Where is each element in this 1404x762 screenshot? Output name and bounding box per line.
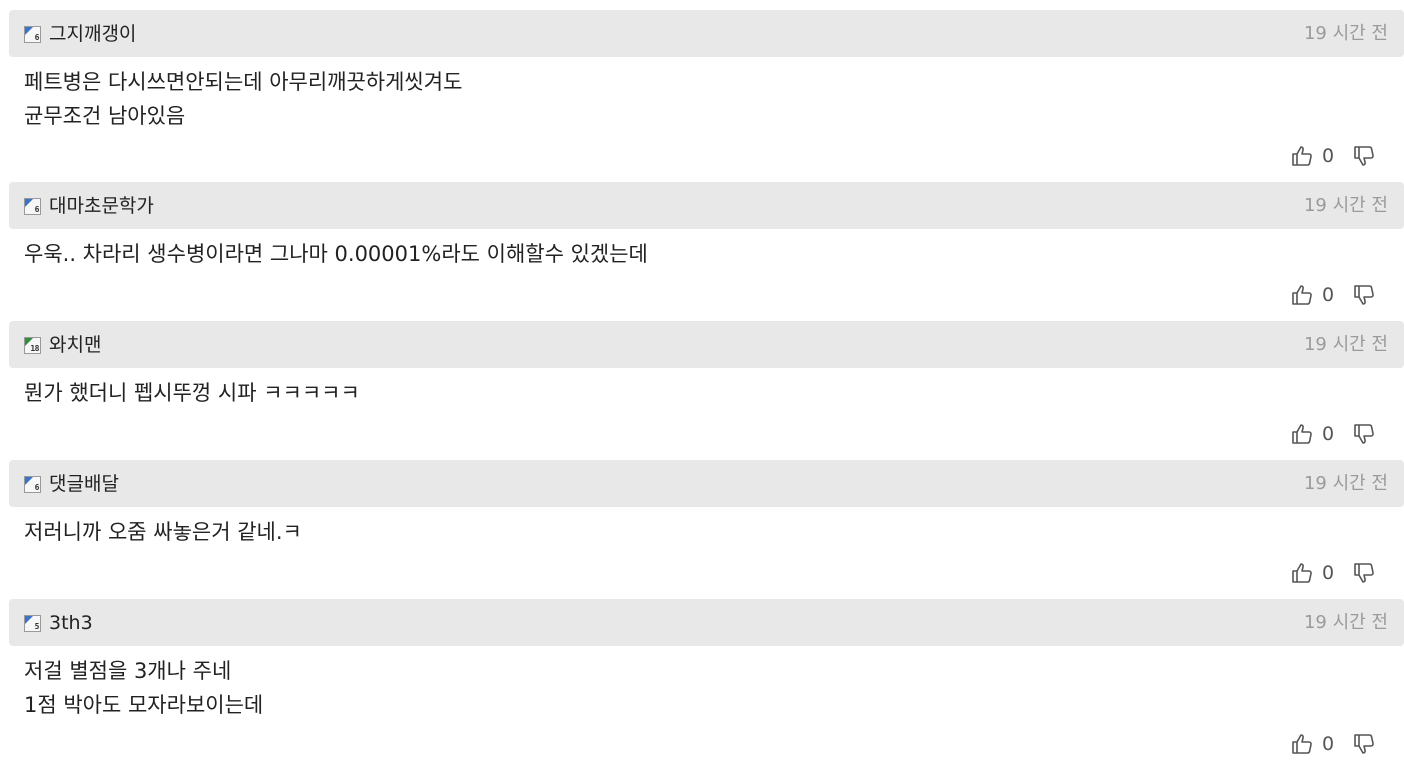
thumbs-up-icon[interactable] [1290,283,1314,307]
comment-timestamp: 19 시간 전 [1303,473,1388,494]
comment-text-line: 저걸 별점을 3개나 주네 [24,659,232,683]
comment-timestamp: 19 시간 전 [1303,334,1388,355]
level-badge-icon: 6 [24,476,41,493]
comment-author[interactable]: 그지깨갱이 [49,22,136,46]
comment-text: 뭔가 했더니 펩시뚜껑 시파 ㅋㅋㅋㅋㅋ [24,376,1324,410]
comment-timestamp: 19 시간 전 [1303,612,1388,633]
comment-author[interactable]: 3th3 [49,611,93,635]
thumbs-up-icon[interactable] [1290,422,1314,446]
like-count: 0 [1322,733,1335,755]
vote-bar: 0 [1290,144,1390,168]
comment-text-line: 페트병은 다시쓰면안되는데 아무리깨끗하게씻겨도 [24,70,463,94]
comment-text: 저러니까 오줌 싸놓은거 같네.ㅋ [24,515,1324,549]
thumbs-up-icon[interactable] [1290,732,1314,756]
comment-timestamp: 19 시간 전 [1303,195,1388,216]
like-count: 0 [1322,423,1335,445]
comment-header: 18 와치맨 19 시간 전 [9,321,1404,368]
comment-item: 6 댓글배달 19 시간 전 저러니까 오줌 싸놓은거 같네.ㅋ 0 [0,460,1404,590]
thumbs-down-icon[interactable] [1352,283,1376,307]
level-badge-icon: 5 [24,615,41,632]
thumbs-down-icon[interactable] [1352,422,1376,446]
level-badge-icon: 6 [24,26,41,43]
vote-bar: 0 [1290,283,1390,307]
comment-item: 18 와치맨 19 시간 전 뭔가 했더니 펩시뚜껑 시파 ㅋㅋㅋㅋㅋ 0 [0,321,1404,451]
comment-header: 6 댓글배달 19 시간 전 [9,460,1404,507]
vote-bar: 0 [1290,422,1390,446]
comment-item: 6 그지깨갱이 19 시간 전 페트병은 다시쓰면안되는데 아무리깨끗하게씻겨도… [0,10,1404,170]
comment-text-line: 저러니까 오줌 싸놓은거 같네.ㅋ [24,520,302,544]
comment-header: 6 그지깨갱이 19 시간 전 [9,10,1404,57]
comment-text: 우욱.. 차라리 생수병이라면 그나마 0.00001%라도 이해할수 있겠는데 [24,237,1324,271]
like-count: 0 [1322,284,1335,306]
vote-bar: 0 [1290,561,1390,585]
comment-text: 저걸 별점을 3개나 주네 1점 박아도 모자라보이는데 [24,654,1324,722]
comment-author[interactable]: 댓글배달 [49,472,119,496]
like-count: 0 [1322,562,1335,584]
thumbs-down-icon[interactable] [1352,732,1376,756]
comment-text-line: 뭔가 했더니 펩시뚜껑 시파 ㅋㅋㅋㅋㅋ [24,381,360,405]
thumbs-down-icon[interactable] [1352,144,1376,168]
comment-author[interactable]: 대마초문학가 [49,194,154,218]
level-badge-icon: 18 [24,337,41,354]
comment-text-line: 균무조건 남아있음 [24,104,186,128]
comment-text: 페트병은 다시쓰면안되는데 아무리깨끗하게씻겨도 균무조건 남아있음 [24,65,1324,133]
vote-bar: 0 [1290,732,1390,756]
comment-author[interactable]: 와치맨 [49,333,101,357]
comment-text-line: 우욱.. 차라리 생수병이라면 그나마 0.00001%라도 이해할수 있겠는데 [24,242,648,266]
comment-item: 6 대마초문학가 19 시간 전 우욱.. 차라리 생수병이라면 그나마 0.0… [0,182,1404,312]
thumbs-down-icon[interactable] [1352,561,1376,585]
thumbs-up-icon[interactable] [1290,144,1314,168]
thumbs-up-icon[interactable] [1290,561,1314,585]
comment-header: 6 대마초문학가 19 시간 전 [9,182,1404,229]
comment-text-line: 1점 박아도 모자라보이는데 [24,693,264,717]
comment-timestamp: 19 시간 전 [1303,23,1388,44]
level-badge-icon: 6 [24,198,41,215]
comment-header: 5 3th3 19 시간 전 [9,599,1404,646]
comment-item: 5 3th3 19 시간 전 저걸 별점을 3개나 주네 1점 박아도 모자라보… [0,599,1404,759]
like-count: 0 [1322,145,1335,167]
